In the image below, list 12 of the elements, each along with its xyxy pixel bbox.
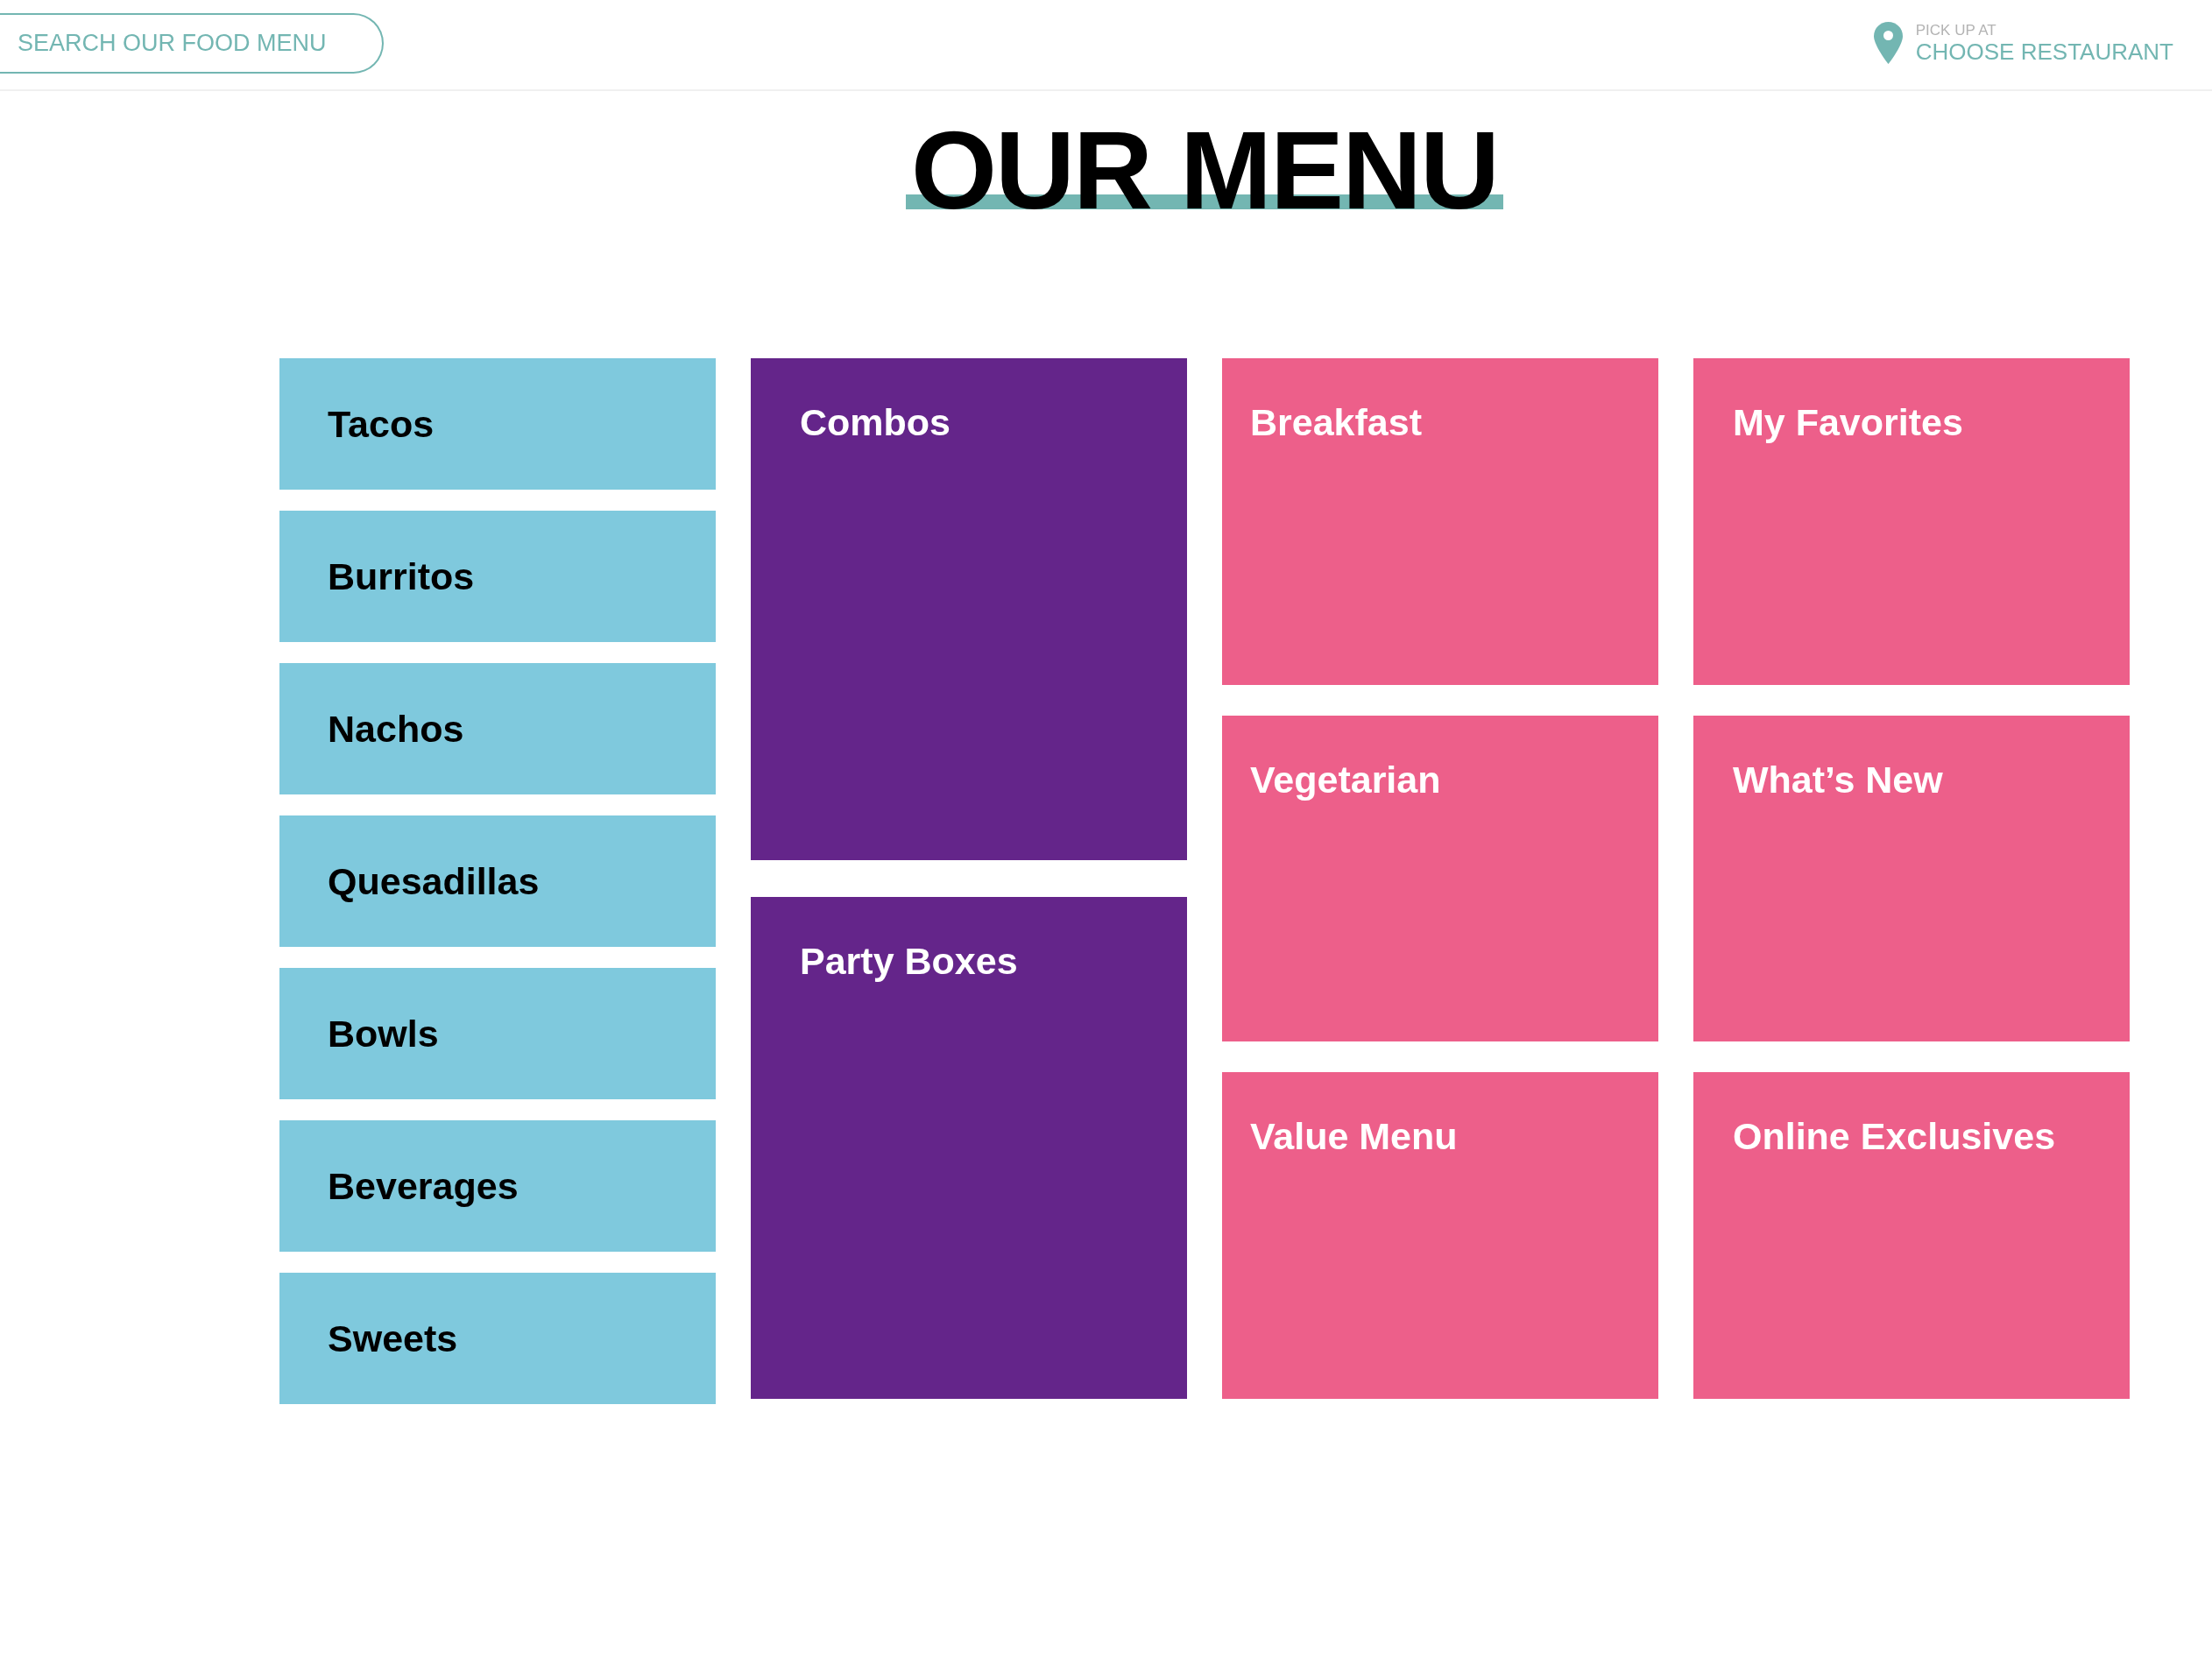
menu-category-tile[interactable]: Combos [751, 358, 1187, 860]
location-pin-icon [1873, 22, 1903, 64]
menu-category-tile[interactable]: Burritos [279, 511, 716, 642]
menu-category-tile[interactable]: Sweets [279, 1273, 716, 1404]
menu-category-tile[interactable]: Bowls [279, 968, 716, 1099]
menu-category-tile[interactable]: Party Boxes [751, 897, 1187, 1399]
search-field[interactable]: SEARCH OUR FOOD MENU [0, 13, 384, 74]
menu-category-tile[interactable]: Tacos [279, 358, 716, 490]
menu-category-tile[interactable]: Quesadillas [279, 815, 716, 947]
pickup-label: PICK UP AT [1915, 22, 1996, 39]
menu-category-tile[interactable]: Beverages [279, 1120, 716, 1252]
menu-category-tile[interactable]: Nachos [279, 663, 716, 794]
